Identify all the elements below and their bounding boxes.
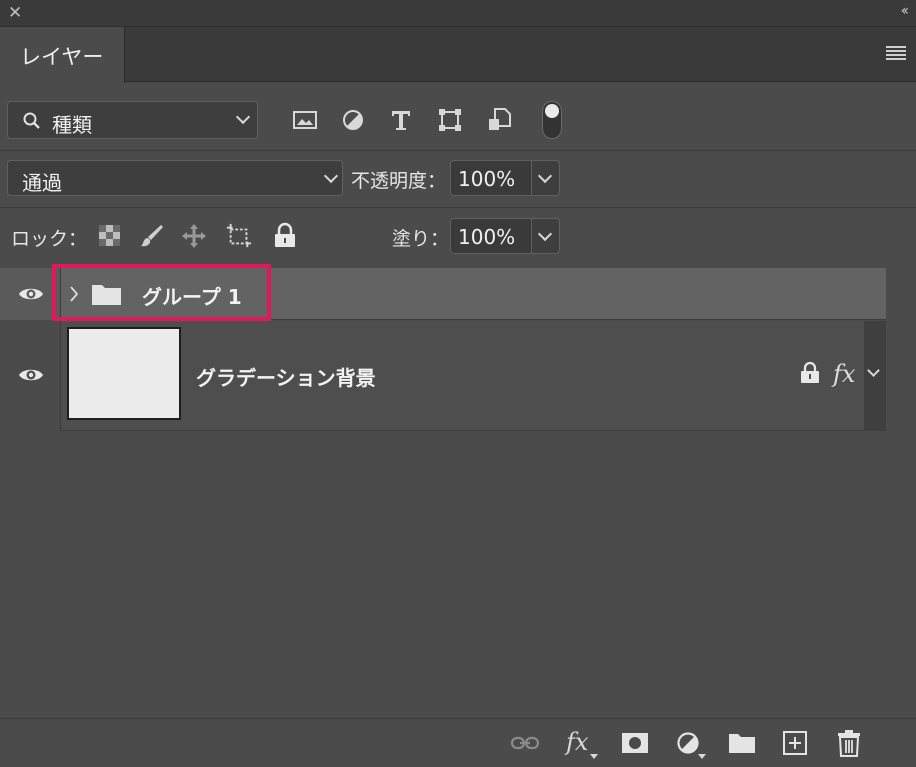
close-icon[interactable]: ✕ <box>8 4 24 22</box>
panel-title-bar <box>0 0 916 27</box>
search-icon <box>23 112 40 129</box>
lock-transparent-pixels-icon[interactable] <box>97 222 123 250</box>
chevron-down-icon <box>537 226 553 242</box>
opacity-input[interactable]: 100% <box>450 160 532 196</box>
chevron-down-icon <box>537 168 553 184</box>
filter-kind-label: 種類 <box>52 113 92 137</box>
fill-label: 塗り： <box>392 228 450 250</box>
layer-effects-icon[interactable]: fx <box>833 360 855 388</box>
filter-kind-select[interactable]: 種類 <box>7 101 258 139</box>
eye-icon[interactable] <box>18 365 44 385</box>
lock-position-icon[interactable] <box>181 222 207 250</box>
opacity-dropdown-button[interactable] <box>532 160 560 196</box>
collapse-panel-icon[interactable]: ‹‹ <box>901 3 909 19</box>
adjustment-filter-icon[interactable] <box>339 106 367 134</box>
lock-all-icon[interactable] <box>272 222 298 250</box>
eye-icon[interactable] <box>18 284 44 304</box>
submenu-triangle-icon <box>590 754 598 759</box>
fill-dropdown-button[interactable] <box>532 218 560 254</box>
selection-highlight-box <box>52 264 271 321</box>
lock-label: ロック： <box>11 228 88 250</box>
bottom-toolbar <box>0 718 916 767</box>
submenu-triangle-icon <box>698 754 706 759</box>
filter-toggle-switch[interactable] <box>542 101 562 139</box>
divider <box>0 207 916 208</box>
tab-bar <box>0 27 916 82</box>
add-layer-style-icon[interactable]: fx <box>566 728 588 756</box>
new-group-folder-icon[interactable] <box>727 728 757 758</box>
fill-input[interactable]: 100% <box>450 218 532 254</box>
link-layers-icon[interactable] <box>510 728 540 758</box>
scrollbar-track[interactable] <box>864 321 886 431</box>
fill-value: 100% <box>458 225 516 249</box>
shape-filter-icon[interactable] <box>436 106 464 134</box>
delete-layer-icon[interactable] <box>834 728 864 758</box>
tab-layers-label: レイヤー <box>20 45 104 69</box>
panel-menu-icon[interactable] <box>886 46 906 62</box>
blend-mode-label: 通過 <box>22 171 62 195</box>
opacity-value: 100% <box>458 167 516 191</box>
layer-lock-icon <box>801 361 819 383</box>
lock-image-pixels-icon[interactable] <box>139 222 165 250</box>
tab-layers[interactable]: レイヤー <box>0 27 125 83</box>
layer-name-gradient-background[interactable]: グラデーション背景 <box>196 362 376 391</box>
lock-artboard-icon[interactable] <box>226 222 252 250</box>
new-layer-icon[interactable] <box>780 728 810 758</box>
opacity-label: 不透明度： <box>351 170 447 192</box>
blend-mode-select[interactable]: 通過 <box>7 160 343 196</box>
smart-object-filter-icon[interactable] <box>486 106 514 134</box>
image-filter-icon[interactable] <box>291 106 319 134</box>
chevron-down-icon <box>323 168 339 184</box>
chevron-down-icon <box>235 109 251 125</box>
type-filter-icon[interactable] <box>387 106 415 134</box>
add-mask-icon[interactable] <box>620 728 650 758</box>
layer-thumbnail[interactable] <box>67 327 181 420</box>
divider <box>0 150 916 151</box>
